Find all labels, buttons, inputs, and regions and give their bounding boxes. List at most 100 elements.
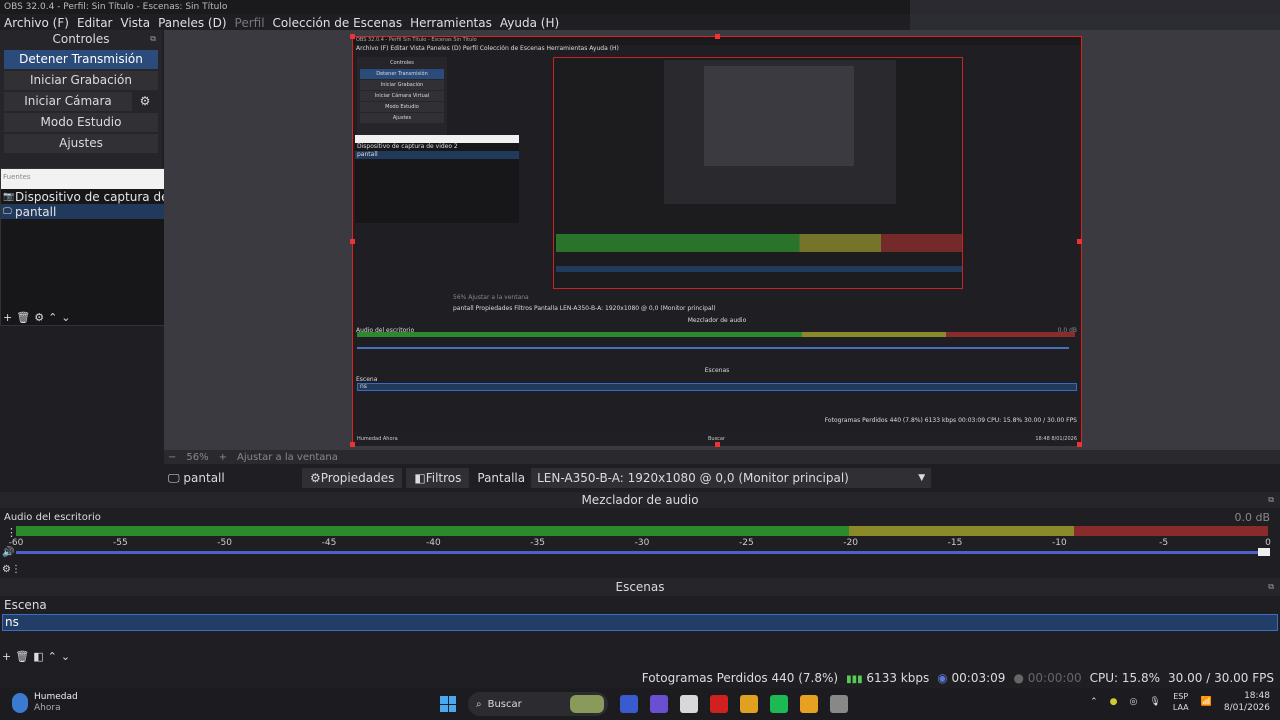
dock-float-icon[interactable]: ⧉ [1268, 492, 1274, 508]
gear-icon[interactable]: ⚙ [136, 92, 154, 111]
lang-top: ESP [1173, 692, 1189, 701]
menu-docks[interactable]: Paneles (D) [154, 16, 230, 30]
volume-slider-handle[interactable] [1258, 548, 1270, 556]
speaker-icon[interactable]: 🔊 [2, 547, 14, 558]
meter-ticks: -60 -55 -50 -45 -40 -35 -30 -25 -20 -15 -10 -5 0 [9, 538, 1271, 550]
chevron-down-icon[interactable]: ⌄ [61, 311, 70, 324]
filter-icon[interactable]: ◧ [33, 650, 43, 663]
meter-tick-label: -50 [217, 538, 233, 548]
chevron-up-icon[interactable]: ⌃ [48, 650, 57, 663]
teams-icon[interactable] [650, 695, 668, 713]
selected-source-name: pantall [183, 470, 225, 485]
taskbar-clock[interactable]: 18:48 8/01/2026 [1224, 690, 1270, 714]
transform-handle[interactable] [350, 442, 355, 447]
obs-tray-icon[interactable]: ◎ [1130, 697, 1138, 707]
nested-scene-header: Escena [356, 376, 378, 383]
chevron-up-icon[interactable]: ⌃ [1090, 697, 1098, 707]
transform-handle[interactable] [715, 34, 720, 39]
status-dot-icon[interactable]: ● [1110, 697, 1118, 707]
menu-scene-collection[interactable]: Colección de Escenas [269, 16, 407, 30]
start-virtual-camera-button[interactable]: Iniciar Cámara Virtual ⚙ [4, 92, 150, 127]
nested-preview-level-3 [704, 66, 854, 166]
trash-icon[interactable]: 🗑 [16, 311, 30, 324]
meter-tick-label: -25 [738, 538, 754, 548]
filter-icon: ◧ [414, 471, 426, 485]
transform-handle[interactable] [350, 34, 355, 39]
weather-widget[interactable]: Humedad Ahora [12, 692, 78, 714]
windows-start-icon[interactable] [440, 696, 456, 712]
scene-item[interactable]: ns [2, 614, 1278, 631]
nested-weather: Humedad [357, 435, 382, 442]
advanced-audio-icon[interactable]: ⚙⋮ [2, 564, 21, 575]
filters-button[interactable]: ◧Filtros [406, 468, 470, 488]
chevron-down-icon[interactable]: ⌄ [61, 650, 70, 663]
zoom-out-button[interactable]: − [168, 452, 176, 463]
gear-icon[interactable]: ⚙ [34, 311, 44, 324]
nested-menu: Archivo (F) Editar Vista Paneles (D) Per… [356, 45, 619, 52]
nested-sources: Dispositivo de captura de video 2 pantal… [355, 135, 519, 223]
properties-button[interactable]: ⚙Propiedades [302, 468, 403, 488]
nested-source: pantall [355, 151, 519, 159]
settings-button[interactable]: Ajustes [4, 134, 158, 153]
obs-icon[interactable] [830, 695, 848, 713]
trash-icon[interactable]: 🗑 [15, 650, 29, 663]
menu-view[interactable]: Vista [116, 16, 154, 30]
stop-stream-button[interactable]: Detener Transmisión [4, 50, 158, 69]
display-select[interactable]: LEN-A350-B-A: 1920x1080 @ 0,0 (Monitor p… [531, 468, 932, 488]
dock-float-icon[interactable]: ⧉ [1268, 578, 1274, 596]
start-recording-button[interactable]: Iniciar Grabación [4, 71, 158, 90]
menu-edit[interactable]: Editar [73, 16, 117, 30]
meter-tick-label: -40 [425, 538, 441, 548]
menu-help[interactable]: Ayuda (H) [496, 16, 563, 30]
nested-control-title: Controles [360, 58, 444, 68]
chevron-down-icon: ▼ [918, 473, 926, 483]
app-l-icon[interactable] [710, 695, 728, 713]
stream-time: 00:03:09 [951, 671, 1006, 685]
filters-label: Filtros [425, 471, 462, 485]
preview-canvas[interactable]: OBS 32.0.4 - Perfil Sin Título - Escenas… [350, 34, 1082, 447]
wifi-icon[interactable]: 📶 [1201, 697, 1212, 707]
fit-to-window-button[interactable]: Ajustar a la ventana [237, 452, 338, 463]
input-language[interactable]: ESP LAA [1173, 691, 1189, 713]
menu-file[interactable]: Archivo (F) [0, 16, 73, 30]
nested-meter [556, 234, 962, 252]
meter-red-zone [1073, 526, 1268, 536]
chrome-icon[interactable] [800, 695, 818, 713]
nested-status: Fotogramas Perdidos 440 (7.8%) 6133 kbps… [824, 417, 1077, 424]
zoom-in-button[interactable]: + [219, 452, 227, 463]
store-icon[interactable] [680, 695, 698, 713]
menu-profile[interactable]: Perfil [231, 16, 269, 30]
chevron-up-icon[interactable]: ⌃ [48, 311, 57, 324]
task-view-icon[interactable] [620, 695, 638, 713]
studio-mode-button[interactable]: Modo Estudio [4, 113, 158, 132]
meter-yellow-zone [848, 526, 1074, 536]
dock-float-icon[interactable]: ⧉ [150, 30, 156, 48]
microphone-icon[interactable]: 🎙 [1149, 697, 1160, 707]
display-select-value: LEN-A350-B-A: 1920x1080 @ 0,0 (Monitor p… [537, 471, 849, 485]
nested-audio-meter [357, 332, 1075, 337]
nested-date: 8/01/2026 [1051, 435, 1077, 442]
add-icon[interactable]: + [3, 311, 12, 324]
audio-db-value: 0.0 dB [1234, 511, 1270, 524]
spotify-icon[interactable] [770, 695, 788, 713]
scenes-title: Escenas [615, 580, 665, 594]
transform-handle[interactable] [715, 442, 720, 447]
meter-tick-label: 0 [1265, 538, 1271, 548]
taskbar-search[interactable]: ⌕ Buscar [468, 692, 608, 716]
record-icon: ● [1013, 671, 1024, 685]
scenes-dock: Escenas ⧉ Escena ns + 🗑 ◧ ⌃ ⌄ [0, 578, 1280, 666]
audio-mixer-dock: Mezclador de audio ⧉ Audio del escritori… [0, 492, 1280, 578]
add-icon[interactable]: + [2, 650, 11, 663]
record-time: 00:00:00 [1027, 671, 1082, 685]
os-taskbar: Humedad Ahora ⌕ Buscar ⌃ ● ◎ 🎙 ESP LAA 📶… [0, 688, 1280, 720]
transform-handle[interactable] [1077, 442, 1082, 447]
volume-slider[interactable] [16, 551, 1262, 554]
signal-icon: ▮▮▮ [846, 674, 863, 685]
window-titlebar: OBS 32.0.4 - Perfil: Sin Título - Escena… [0, 0, 1280, 14]
transform-handle[interactable] [1077, 239, 1082, 244]
menu-tools[interactable]: Herramientas [406, 16, 496, 30]
weather-title: Humedad [34, 692, 78, 702]
meter-tick-label: -15 [947, 538, 963, 548]
copilot-icon[interactable] [740, 695, 758, 713]
transform-handle[interactable] [350, 239, 355, 244]
